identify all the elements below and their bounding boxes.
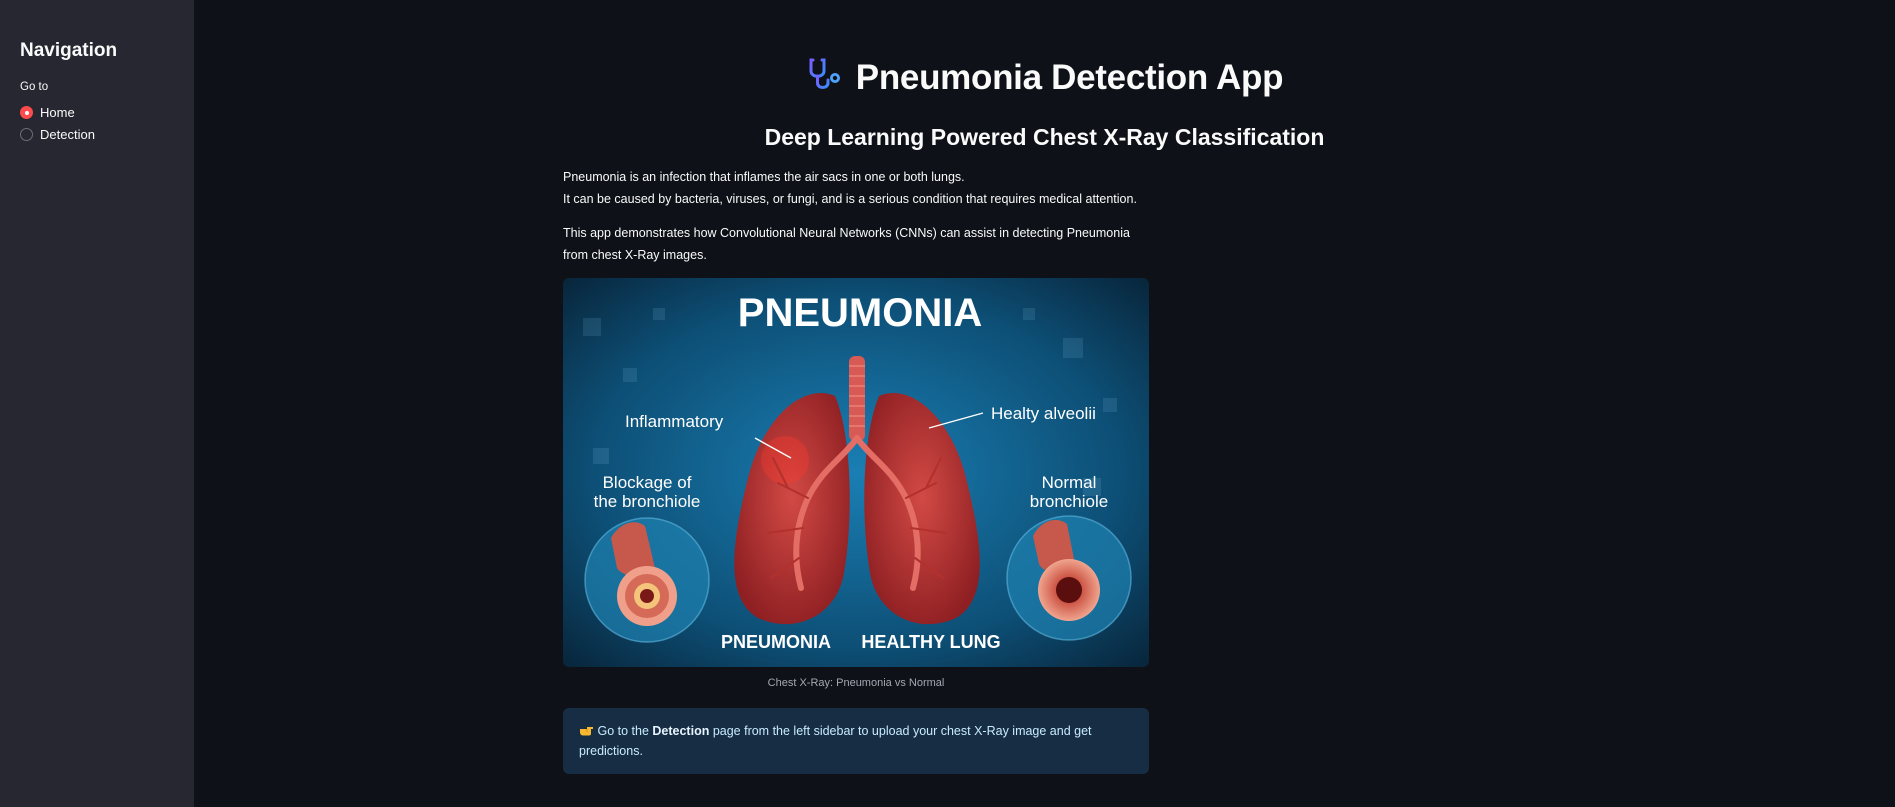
sidebar-title: Navigation (20, 40, 118, 61)
illustration-label-inflammatory: Inflammatory (625, 412, 724, 431)
illustration-label-healthy-alveoli: Healty alveolii (991, 404, 1096, 423)
info-text-prefix: Go to the (597, 724, 653, 738)
illustration-heading: PNEUMONIA (738, 291, 982, 335)
image-caption: Chest X-Ray: Pneumonia vs Normal (767, 677, 945, 689)
radio-option-home[interactable]: Home (20, 105, 75, 120)
pneumonia-illustration: PNEUMONIA Inflammatory Healty alveolii B… (563, 278, 1149, 667)
page-subtitle: Deep Learning Powered Chest X-Ray Classi… (764, 124, 1325, 150)
page-header: Pneumonia Detection App (194, 56, 1895, 99)
intro-paragraph: This app demonstrates how Convolutional … (563, 222, 1148, 266)
illustration-label-blockage: the bronchiole (594, 492, 701, 511)
illustration-label-normal: bronchiole (1030, 492, 1108, 511)
intro-block: Pneumonia is an infection that inflames … (563, 166, 1148, 210)
radio-option-label: Detection (40, 127, 95, 142)
stethoscope-icon (806, 56, 844, 99)
illustration-label-normal: Normal (1042, 473, 1097, 492)
intro-line-2: It can be caused by bacteria, viruses, o… (563, 192, 1137, 206)
radio-unselected-indicator[interactable] (20, 128, 33, 141)
intro-para-2: This app demonstrates how Convolutional … (563, 226, 1130, 262)
pointing-hand-icon (579, 724, 597, 738)
illustration-label-blockage: Blockage of (603, 473, 692, 492)
radio-option-detection[interactable]: Detection (20, 127, 95, 142)
intro-line-1: Pneumonia is an infection that inflames … (563, 170, 965, 184)
info-callout: Go to the Detection page from the left s… (563, 708, 1149, 774)
illustration-label-pneumonia: PNEUMONIA (721, 632, 831, 652)
info-text-bold: Detection (652, 724, 710, 738)
page-title: Pneumonia Detection App (855, 57, 1284, 97)
sidebar: Navigation Go to Home Detection (0, 0, 194, 807)
radio-selected-indicator[interactable] (20, 106, 33, 119)
illustration-label-healthy-lung: HEALTHY LUNG (861, 632, 1000, 652)
radio-option-label: Home (40, 105, 75, 120)
radio-group-label: Go to (20, 81, 49, 93)
